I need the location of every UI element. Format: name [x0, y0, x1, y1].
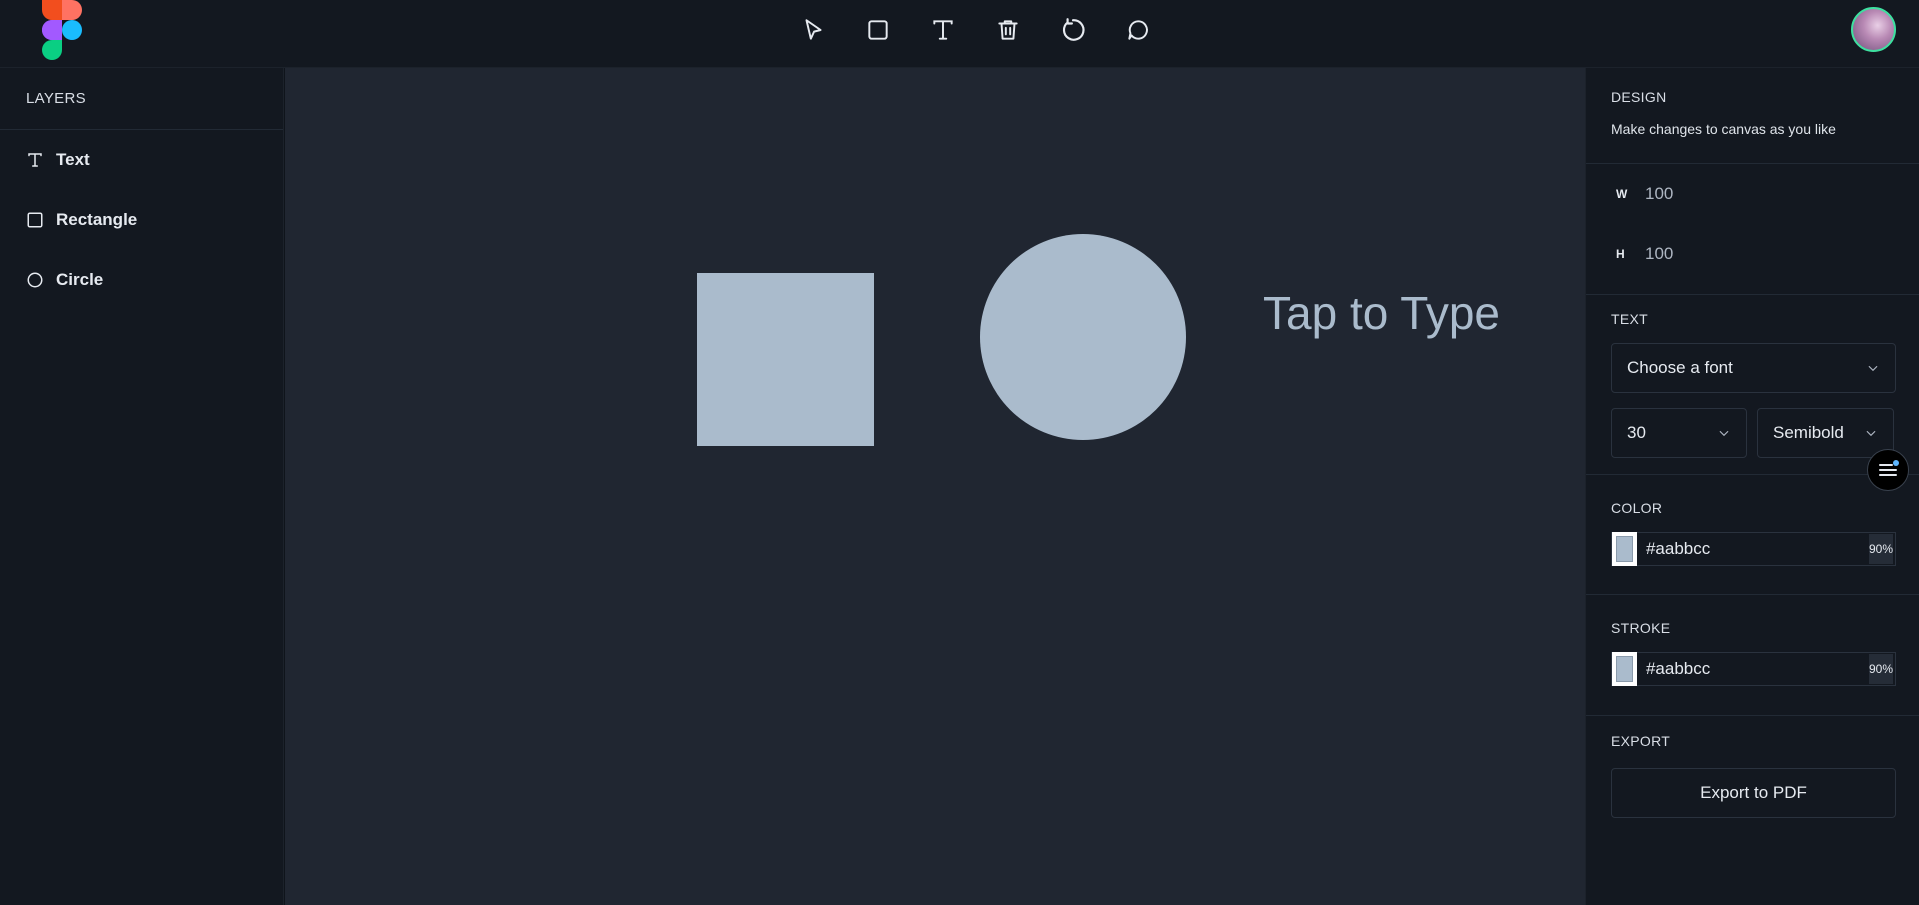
width-input[interactable]: [1643, 183, 1763, 205]
stroke-opacity[interactable]: 90%: [1868, 654, 1893, 684]
user-avatar[interactable]: [1851, 7, 1896, 52]
color-swatch[interactable]: [1612, 532, 1637, 566]
comment-icon: [1128, 20, 1148, 40]
color-field: 90%: [1611, 532, 1896, 566]
text-icon: [933, 20, 953, 40]
chevron-down-icon: [1868, 365, 1878, 372]
select-tool-button[interactable]: [795, 12, 831, 48]
text-icon: [26, 151, 44, 169]
layer-item-rectangle[interactable]: Rectangle: [0, 190, 283, 250]
layers-title: LAYERS: [0, 68, 283, 130]
height-label: H: [1616, 247, 1625, 261]
top-bar: [0, 0, 1919, 68]
font-weight-select[interactable]: Semibold: [1757, 408, 1894, 458]
font-select-value: Choose a font: [1627, 358, 1733, 377]
color-opacity[interactable]: 90%: [1868, 534, 1893, 564]
font-size-select[interactable]: 30: [1611, 408, 1747, 458]
color-section: COLOR 90%: [1586, 475, 1919, 595]
color-title: COLOR: [1611, 500, 1663, 516]
chevron-down-icon: [1719, 430, 1729, 437]
width-label: W: [1616, 187, 1628, 201]
text-title: TEXT: [1611, 311, 1648, 327]
rectangle-tool-button[interactable]: [860, 12, 896, 48]
stroke-field: 90%: [1611, 652, 1896, 686]
export-title: EXPORT: [1611, 733, 1671, 749]
toolbar: [795, 12, 1156, 48]
delete-tool-button[interactable]: [990, 12, 1026, 48]
text-tool-button[interactable]: [925, 12, 961, 48]
height-row: H: [1611, 224, 1894, 284]
layer-item-label: Text: [56, 150, 90, 169]
font-select[interactable]: Choose a font: [1611, 343, 1896, 393]
text-section: TEXT Choose a font 30 Semibold: [1586, 295, 1919, 475]
design-title: DESIGN: [1611, 89, 1667, 105]
circle-icon: [26, 271, 44, 289]
stroke-section: STROKE 90%: [1586, 595, 1919, 716]
layer-item-label: Circle: [56, 270, 104, 289]
design-section: DESIGN Make changes to canvas as you lik…: [1586, 68, 1919, 164]
floating-menu-button[interactable]: [1867, 449, 1909, 491]
reset-tool-button[interactable]: [1055, 12, 1091, 48]
rectangle-icon: [868, 20, 888, 40]
figma-logo-icon: [40, 0, 84, 60]
canvas-circle[interactable]: [980, 234, 1186, 440]
trash-icon: [998, 20, 1018, 40]
height-input[interactable]: [1643, 243, 1763, 265]
color-hex-input[interactable]: [1636, 538, 1869, 560]
select-icon: [805, 19, 822, 40]
font-options-row: 30 Semibold: [1611, 408, 1894, 458]
notification-dot: [1893, 460, 1899, 466]
reset-icon: [1062, 18, 1085, 41]
font-weight-value: Semibold: [1773, 423, 1844, 442]
layers-panel: LAYERS Text Rectangle Circle: [0, 68, 284, 905]
stroke-hex-input[interactable]: [1636, 658, 1869, 680]
width-row: W: [1611, 164, 1894, 224]
layer-item-text[interactable]: Text: [0, 130, 283, 190]
layer-item-circle[interactable]: Circle: [0, 250, 283, 310]
chevron-down-icon: [1866, 430, 1876, 437]
design-subtitle: Make changes to canvas as you like: [1611, 121, 1836, 137]
canvas-rectangle[interactable]: [697, 273, 874, 446]
stroke-title: STROKE: [1611, 620, 1671, 636]
layer-item-label: Rectangle: [56, 210, 138, 229]
comment-tool-button[interactable]: [1120, 12, 1156, 48]
rectangle-icon: [26, 211, 44, 229]
dimensions-section: W H: [1586, 164, 1919, 295]
font-size-value: 30: [1627, 423, 1646, 442]
export-pdf-button[interactable]: Export to PDF: [1611, 768, 1896, 818]
export-section: EXPORT Export to PDF: [1586, 716, 1919, 818]
design-canvas[interactable]: Tap to Type: [285, 68, 1585, 905]
canvas-text[interactable]: Tap to Type: [1263, 286, 1500, 340]
stroke-swatch[interactable]: [1612, 652, 1637, 686]
design-panel: DESIGN Make changes to canvas as you lik…: [1585, 68, 1919, 905]
